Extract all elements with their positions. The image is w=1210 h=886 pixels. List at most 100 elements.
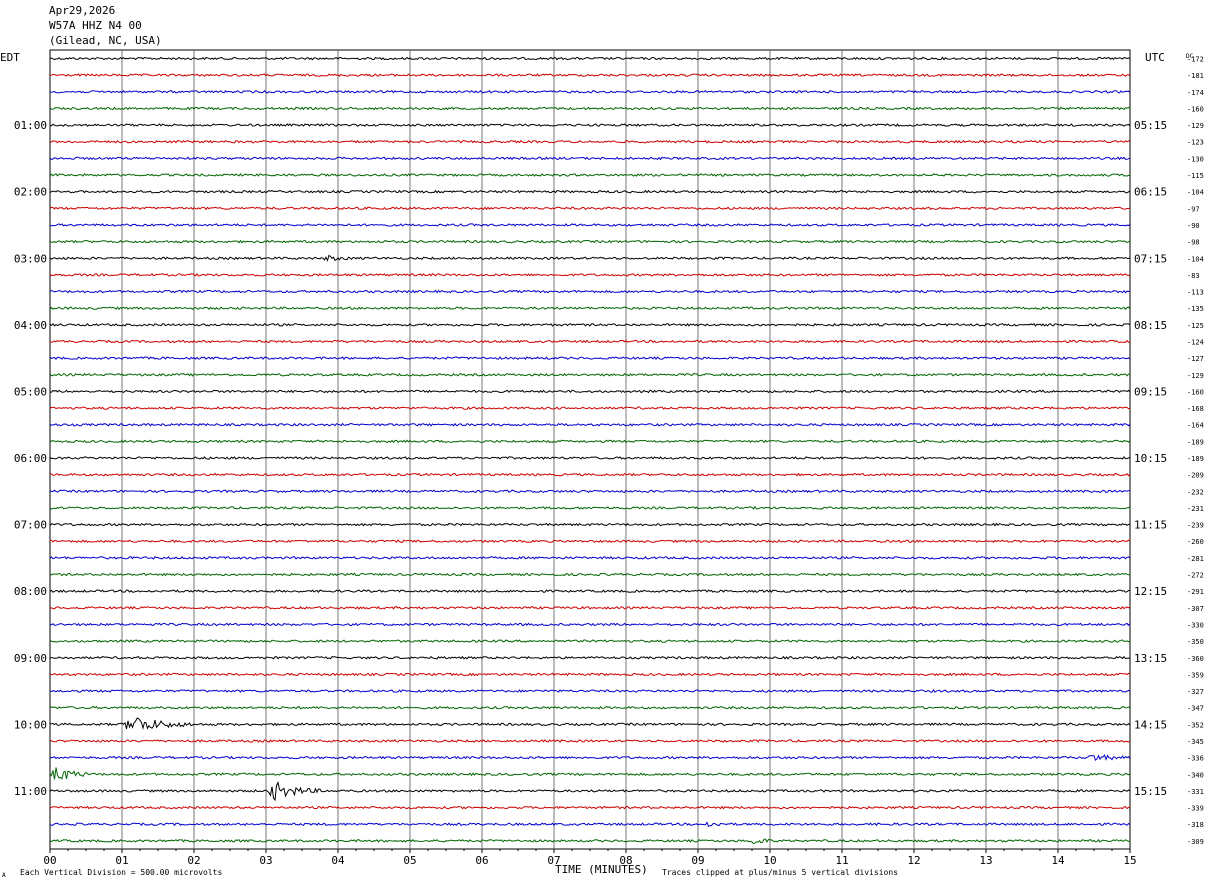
dc-offset-label: -318 [1187,821,1204,829]
dc-offset-label: -345 [1187,738,1204,746]
trace-row-39 [49,689,1131,693]
dc-offset-label: -104 [1187,189,1204,197]
trace-row-15 [49,289,1131,294]
dc-offset-label: -327 [1187,688,1204,696]
left-time-label: 07:00 [14,519,47,532]
trace-row-25 [49,456,1131,460]
trace-row-37 [49,655,1131,660]
helicorder-chart: EDT UTC DC-172-181-174-160-129-123-130-115… [0,49,1204,867]
trace-row-20 [49,372,1131,377]
dc-offset-label: -309 [1187,838,1204,846]
right-time-label: 11:15 [1134,519,1167,532]
right-time-label: 14:15 [1134,718,1167,731]
left-time-label: 05:00 [14,385,47,398]
dc-offset-label: -83 [1187,272,1200,280]
right-time-label: 09:15 [1134,385,1167,398]
trace-row-43 [49,754,1131,761]
trace-row-4 [49,106,1131,111]
trace-row-21 [49,389,1131,394]
right-time-label: 05:15 [1134,119,1167,132]
right-time-label: 06:15 [1134,186,1167,199]
footer-clip-note: Traces clipped at plus/minus 5 vertical … [662,868,899,877]
left-time-label: 08:00 [14,585,47,598]
trace-row-19 [49,356,1131,361]
x-tick-label: 05 [403,854,416,867]
x-tick-label: 12 [907,854,920,867]
left-time-label: 10:00 [14,718,47,731]
trace-row-33 [49,589,1130,594]
x-tick-label: 06 [475,854,488,867]
trace-row-35 [49,622,1131,627]
trace-row-48 [49,838,1131,845]
right-timezone-label: UTC [1145,51,1165,64]
left-time-label: 11:00 [14,785,47,798]
dc-offset-label: -330 [1187,621,1204,629]
trace-row-47 [49,821,1131,828]
dc-offset-label: -281 [1187,555,1204,563]
trace-row-1 [49,56,1131,61]
trace-row-46 [49,805,1131,810]
trace-row-45 [49,780,1131,802]
dc-offset-label: -339 [1187,805,1204,813]
dc-offset-label: -168 [1187,405,1204,413]
x-tick-label: 09 [691,854,704,867]
trace-row-8 [49,173,1131,177]
trace-row-23 [49,422,1131,427]
dc-offset-label: -127 [1187,355,1204,363]
dc-offset-label: -104 [1187,255,1204,263]
trace-row-28 [49,505,1131,510]
left-timezone-label: EDT [0,51,20,64]
trace-row-32 [49,572,1131,577]
x-tick-label: 03 [259,854,272,867]
dc-offset-label: -181 [1187,72,1204,80]
dc-offset-label: -239 [1187,522,1204,530]
dc-offset-label: -360 [1187,655,1204,663]
dc-offset-label: -113 [1187,289,1204,297]
trace-row-9 [49,189,1131,194]
right-time-label: 08:15 [1134,319,1167,332]
trace-row-38 [50,672,1131,677]
dc-offset-label: -97 [1187,205,1200,213]
left-time-label: 02:00 [14,186,47,199]
dc-offset-label: -125 [1187,322,1204,330]
x-tick-label: 13 [979,854,992,867]
dc-offset-label: -124 [1187,338,1204,346]
trace-row-41 [49,717,1131,731]
dc-offset-label: -307 [1187,605,1204,613]
dc-offset-label: -231 [1187,505,1204,513]
trace-row-6 [49,139,1131,144]
trace-row-22 [49,406,1131,410]
dc-offset-label: -336 [1187,755,1204,763]
dc-offset-label: -209 [1187,472,1204,480]
trace-row-34 [50,605,1131,610]
dc-offset-label: -98 [1187,239,1200,247]
left-time-label: 04:00 [14,319,47,332]
x-tick-label: 11 [835,854,848,867]
dc-offset-label: -331 [1187,788,1204,796]
trace-row-14 [49,272,1131,277]
left-time-label: 01:00 [14,119,47,132]
trace-row-12 [49,239,1131,244]
trace-row-11 [49,223,1131,227]
x-tick-label: 00 [43,854,56,867]
left-time-label: 09:00 [14,652,47,665]
dc-offset-label: -359 [1187,671,1204,679]
dc-offset-label: -347 [1187,705,1204,713]
dc-offset-label: -160 [1187,388,1204,396]
trace-row-30 [49,539,1131,544]
footer-corner-mark: A [2,872,6,879]
trace-row-18 [49,339,1131,344]
trace-row-7 [49,156,1131,161]
trace-row-17 [49,322,1131,327]
trace-row-13 [49,254,1131,262]
dc-offset-label: -174 [1187,89,1204,97]
trace-row-2 [49,73,1131,77]
dc-offset-label: -160 [1187,105,1204,113]
trace-row-5 [49,123,1131,127]
dc-offset-label: -135 [1187,305,1204,313]
dc-offset-label: -90 [1187,222,1200,230]
trace-row-16 [49,306,1131,311]
trace-row-29 [49,522,1131,527]
dc-offset-label: -272 [1187,572,1204,580]
dc-offset-label: -189 [1187,438,1204,446]
